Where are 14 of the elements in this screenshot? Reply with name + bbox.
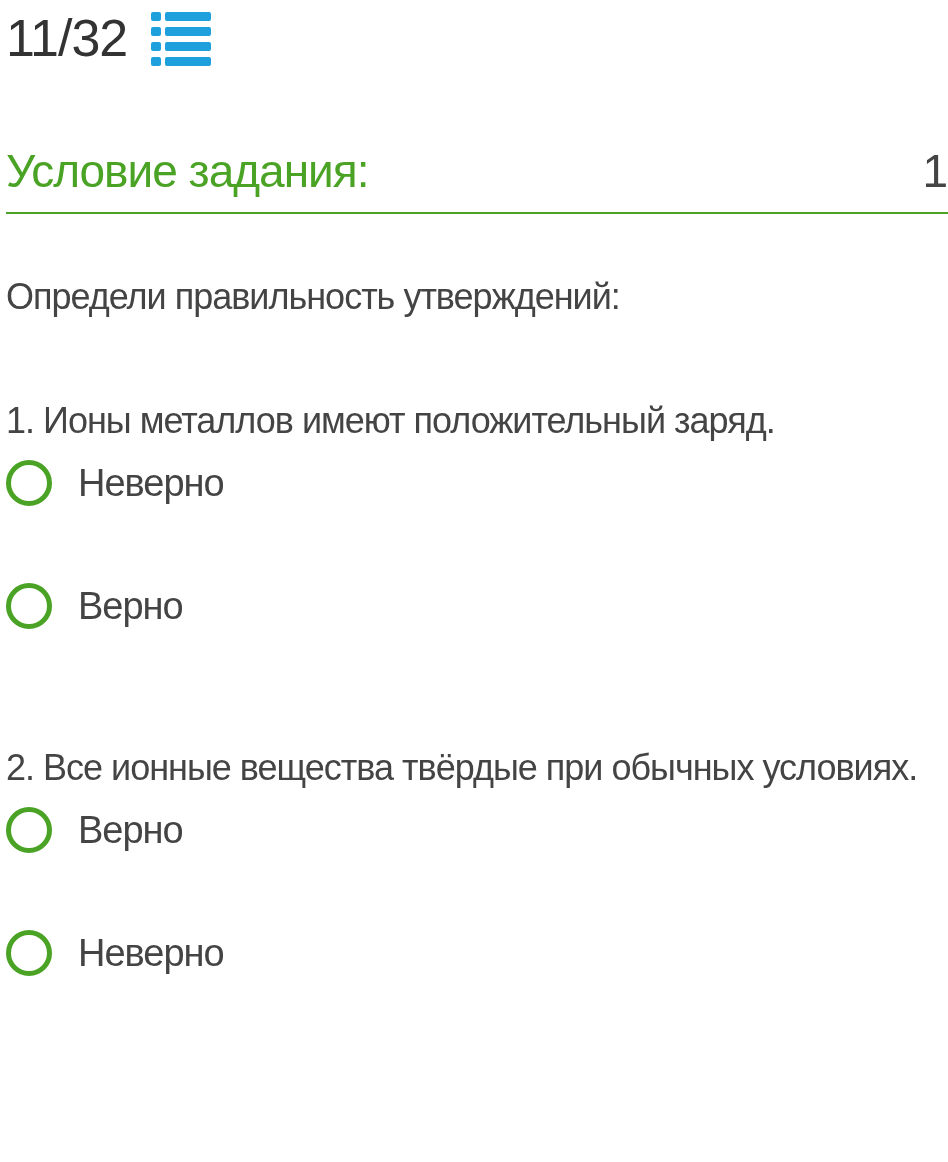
question-counter: 11/32 <box>6 12 128 64</box>
question-text: 2. Все ионные вещества твёрдые при обычных условиях. <box>6 746 919 790</box>
task-prompt: Определи правильность утверждений: <box>6 275 621 319</box>
option-label[interactable]: Верно <box>78 577 183 635</box>
option-label[interactable]: Неверно <box>78 454 224 512</box>
option-label[interactable]: Неверно <box>78 924 224 982</box>
list-icon[interactable] <box>151 10 212 66</box>
option-label[interactable]: Верно <box>78 801 183 859</box>
radio-button[interactable] <box>6 583 52 629</box>
question-text: 1. Ионы металлов имеют положительный заряд. <box>6 399 776 443</box>
points-value: 1 <box>922 148 948 194</box>
radio-button[interactable] <box>6 460 52 506</box>
radio-button[interactable] <box>6 807 52 853</box>
radio-button[interactable] <box>6 930 52 976</box>
